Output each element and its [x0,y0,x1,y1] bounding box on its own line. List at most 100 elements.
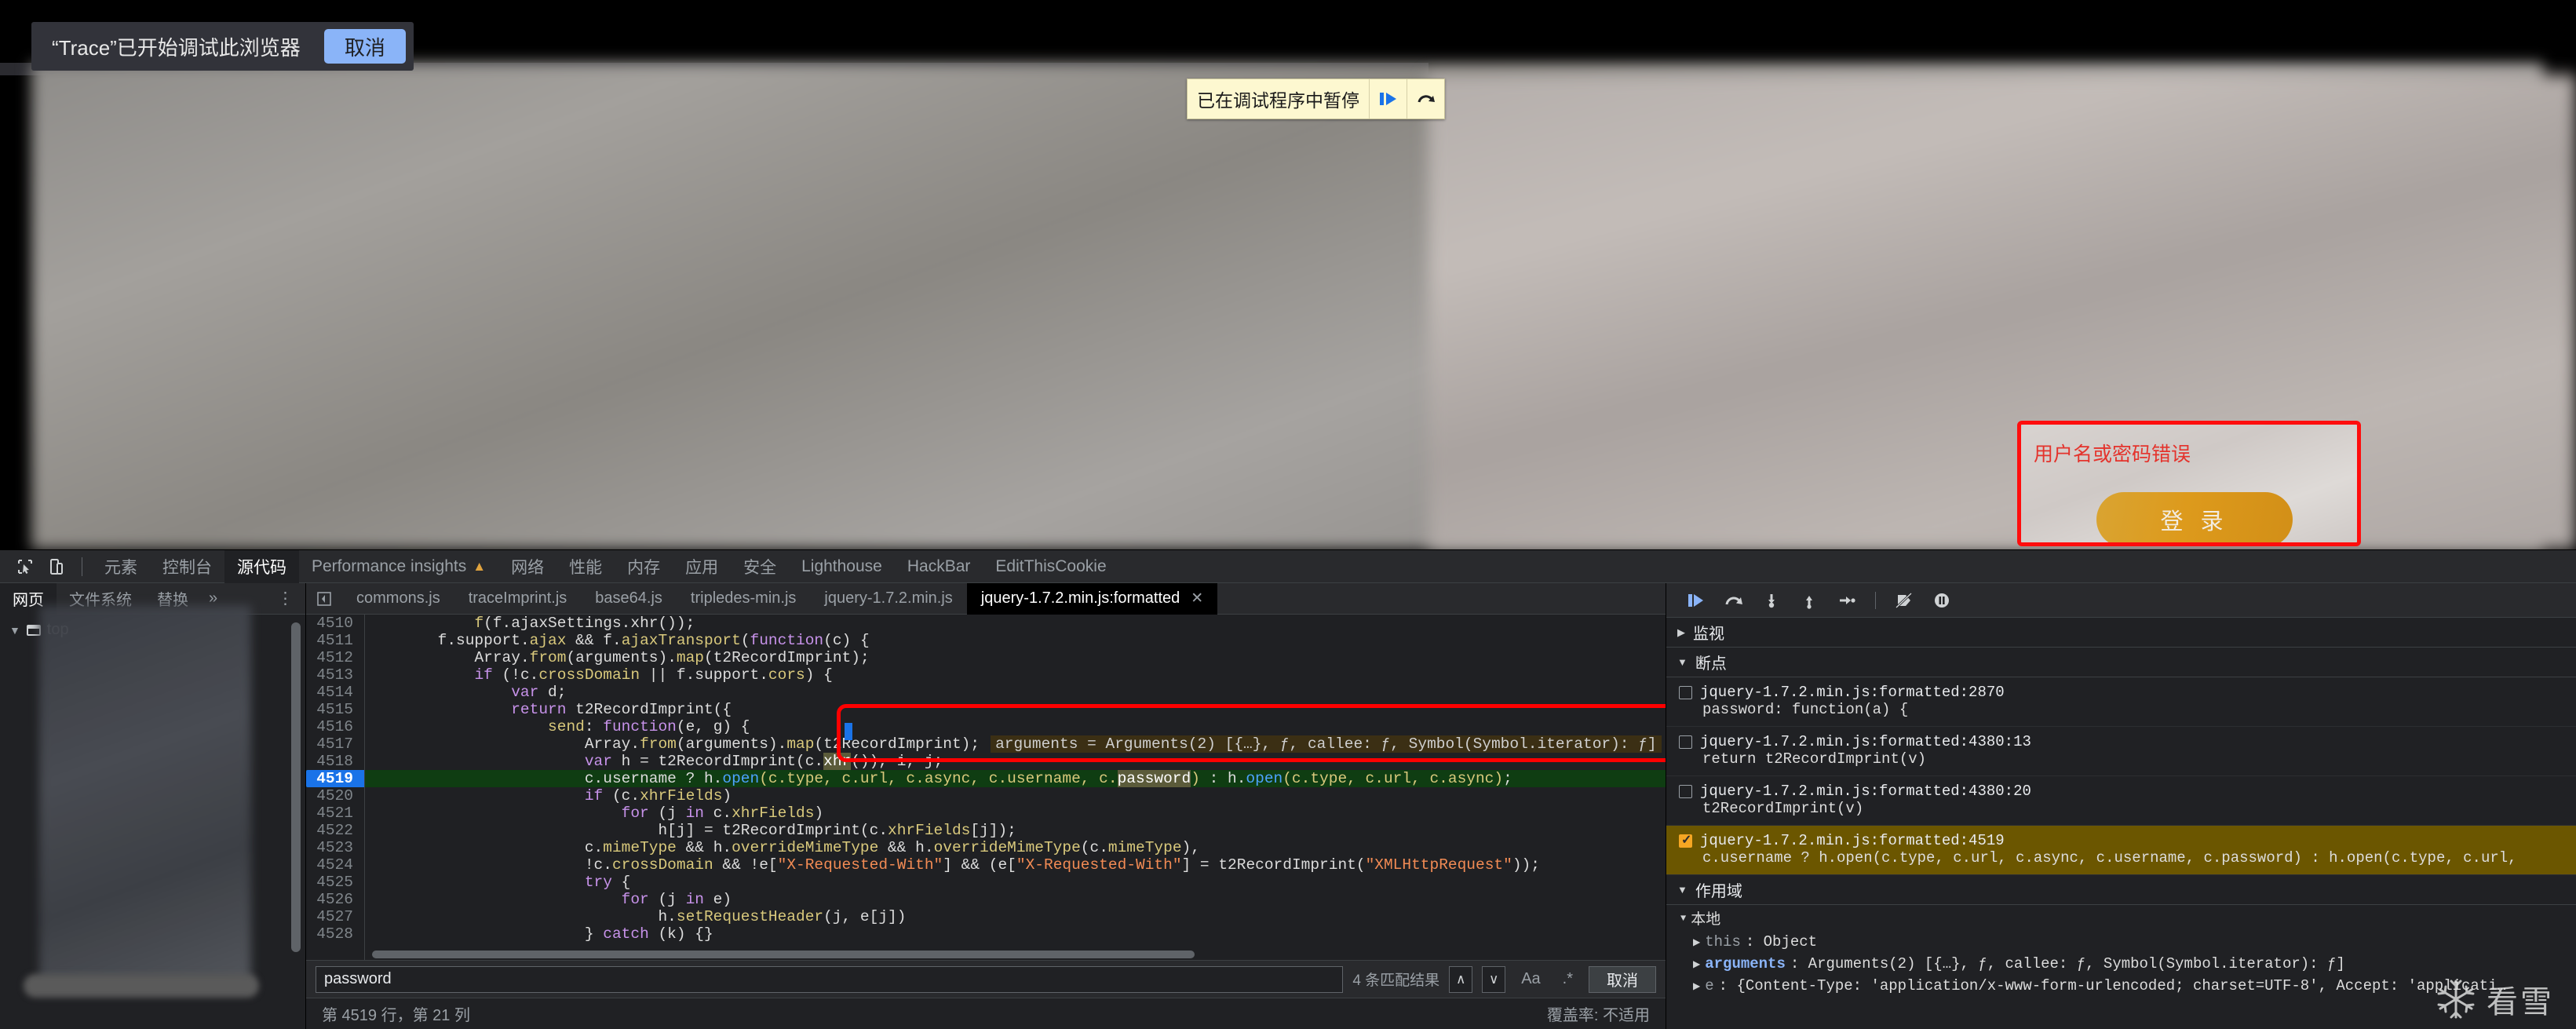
scope-variable-row[interactable]: ▶arguments: Arguments(2) [{…}, ƒ, callee… [1666,953,2576,975]
step-icon[interactable] [1830,583,1864,618]
step-out-icon[interactable] [1792,583,1826,618]
code-editor[interactable]: 4510 f(f.ajaxSettings.xhr());4511 f.supp… [306,615,1666,960]
deactivate-breakpoints-icon[interactable] [1887,583,1921,618]
navigator-overlay-popup [39,605,251,982]
line-number[interactable]: 4521 [306,805,364,822]
line-number[interactable]: 4513 [306,666,364,684]
line-number[interactable]: 4526 [306,891,364,908]
code-line: 4517 Array.from(arguments).map(t2RecordI… [306,735,1666,753]
line-number[interactable]: 4510 [306,615,364,632]
code-horizontal-scrollbar[interactable] [372,951,1195,958]
file-tab-1[interactable]: traceImprint.js [454,583,582,615]
device-toolbar-icon[interactable] [41,551,72,582]
line-number[interactable]: 4528 [306,925,364,943]
code-text: h[j] = t2RecordImprint(c.xhrFields[j]); [364,822,1666,839]
tab-4[interactable]: 网络 [498,550,556,583]
breakpoint-checkbox[interactable] [1679,834,1692,848]
tab-label: EditThisCookie [995,557,1106,576]
line-number[interactable]: 4525 [306,874,364,891]
tab-6[interactable]: 内存 [615,550,673,583]
search-next-button[interactable]: ∨ [1482,966,1505,993]
line-number[interactable]: 4522 [306,822,364,839]
line-number[interactable]: 4515 [306,701,364,718]
tab-0[interactable]: 元素 [92,550,150,583]
breakpoint-checkbox[interactable] [1679,735,1692,749]
infobar-message: “Trace”已开始调试此浏览器 [52,32,301,61]
search-input[interactable] [316,966,1343,993]
tab-8[interactable]: 安全 [731,550,789,583]
breakpoint-item[interactable]: jquery-1.7.2.min.js:formatted:4380:13ret… [1666,727,2576,776]
search-cancel-button[interactable]: 取消 [1589,966,1656,993]
breakpoint-location: jquery-1.7.2.min.js:formatted:4380:20 [1700,783,2031,800]
tab-label: 网络 [511,555,544,578]
tab-11[interactable]: EditThisCookie [983,550,1118,583]
line-number[interactable]: 4516 [306,718,364,735]
breakpoint-item[interactable]: jquery-1.7.2.min.js:formatted:4519c.user… [1666,826,2576,875]
line-number[interactable]: 4518 [306,753,364,770]
code-text: Array.from(arguments).map(t2RecordImprin… [364,735,1666,753]
scope-group-local[interactable]: ▼ 本地 [1666,905,2576,931]
breakpoint-checkbox[interactable] [1679,785,1692,798]
file-tab-3[interactable]: tripledes-min.js [677,583,810,615]
code-line: 4521 for (j in c.xhrFields) [306,805,1666,822]
file-tab-5[interactable]: jquery-1.7.2.min.js:formatted ✕ [967,583,1217,615]
step-over-icon[interactable] [1717,583,1751,618]
close-icon[interactable]: ✕ [1191,589,1203,608]
step-into-icon[interactable] [1754,583,1789,618]
breakpoint-item[interactable]: jquery-1.7.2.min.js:formatted:4380:20t2R… [1666,776,2576,826]
breakpoint-item[interactable]: jquery-1.7.2.min.js:formatted:2870passwo… [1666,677,2576,727]
step-over-icon[interactable] [1407,79,1444,119]
tab-7[interactable]: 应用 [673,550,731,583]
tab-10[interactable]: HackBar [895,550,983,583]
breakpoint-location-row: jquery-1.7.2.min.js:formatted:4519 [1679,832,2568,849]
section-breakpoints[interactable]: ▼ 断点 [1666,648,2576,677]
line-number[interactable]: 4523 [306,839,364,856]
file-tab-0[interactable]: commons.js [342,583,454,615]
infobar-cancel-button[interactable]: 取消 [324,29,406,64]
breakpoint-location-row: jquery-1.7.2.min.js:formatted:4380:20 [1679,783,2568,800]
debugger-toolbar-divider [1875,592,1876,609]
line-number[interactable]: 4512 [306,649,364,666]
breakpoint-checkbox[interactable] [1679,686,1692,699]
cursor-position: 第 4519 行，第 21 列 [322,1002,470,1025]
line-number[interactable]: 4519 [306,770,364,787]
line-number[interactable]: 4514 [306,684,364,701]
editor-status-bar: 第 4519 行，第 21 列 覆盖率: 不适用 [306,998,1666,1029]
file-tab-label: jquery-1.7.2.min.js:formatted [981,589,1180,608]
code-line: 4527 h.setRequestHeader(j, e[j]) [306,908,1666,925]
line-number[interactable]: 4527 [306,908,364,925]
resume-icon[interactable] [1679,583,1713,618]
tab-2[interactable]: 源代码 [224,550,299,583]
code-text: f.support.ajax && f.ajaxTransport(functi… [364,632,1666,649]
match-case-toggle[interactable]: Aa [1515,970,1546,988]
section-scope[interactable]: ▼ 作用域 [1666,875,2576,905]
navigator-scrollbar[interactable] [291,622,301,952]
search-prev-button[interactable]: ∧ [1449,966,1472,993]
resume-icon[interactable] [1369,79,1407,119]
collapse-navigator-icon[interactable] [306,591,342,607]
login-button[interactable]: 登 录 [2096,492,2293,546]
file-tab-2[interactable]: base64.js [581,583,677,615]
line-number[interactable]: 4511 [306,632,364,649]
scope-variable-row[interactable]: ▶e: {Content-Type: 'application/x-www-fo… [1666,975,2576,997]
code-line: 4522 h[j] = t2RecordImprint(c.xhrFields[… [306,822,1666,839]
section-watch[interactable]: ▶ 监视 [1666,618,2576,648]
file-tab-4[interactable]: jquery-1.7.2.min.js [810,583,966,615]
navigator-menu-icon[interactable]: ⋮ [266,589,305,608]
scope-variable-row[interactable]: ▶this: Object [1666,931,2576,953]
tab-9[interactable]: Lighthouse [789,550,895,583]
pause-on-exceptions-icon[interactable] [1925,583,1959,618]
inspect-element-icon[interactable] [9,551,41,582]
regex-toggle[interactable]: .* [1556,970,1579,988]
tab-3[interactable]: Performance insights▲ [299,550,498,583]
code-line: 4513 if (!c.crossDomain || f.support.cor… [306,666,1666,684]
line-number[interactable]: 4520 [306,787,364,805]
line-number[interactable]: 4517 [306,735,364,753]
section-watch-label: 监视 [1693,621,1724,644]
tab-5[interactable]: 性能 [556,550,615,583]
sources-navigator: 网页文件系统替换 » ⋮ ▼ top [0,583,306,1029]
breakpoint-location: jquery-1.7.2.min.js:formatted:4519 [1700,832,2005,849]
tab-1[interactable]: 控制台 [150,550,224,583]
browser-viewport: “Trace”已开始调试此浏览器 取消 已在调试程序中暂停 用户名或密码错误 登… [0,0,2576,549]
line-number[interactable]: 4524 [306,856,364,874]
